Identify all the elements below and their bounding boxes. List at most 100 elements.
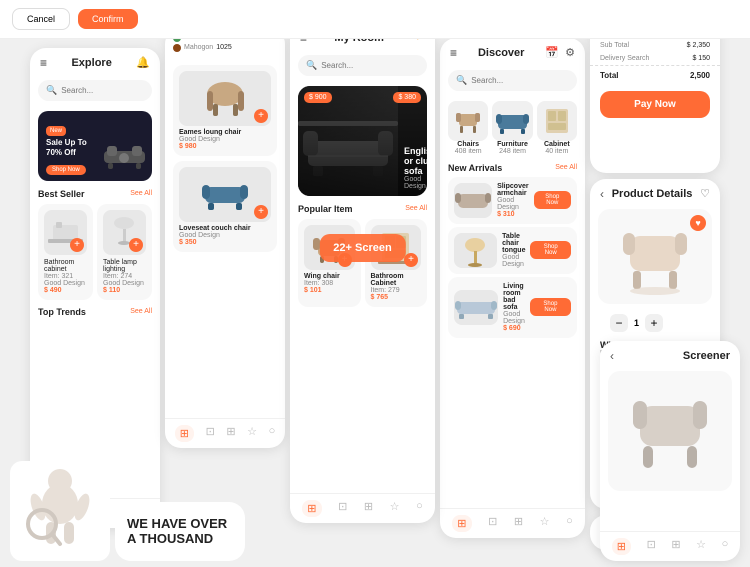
explore-header: ≡ Explore 🔔 [30, 48, 160, 74]
confirm-button[interactable]: Confirm [78, 9, 138, 29]
nav5-profile-icon[interactable]: ○ [722, 538, 729, 555]
screener-title: Screener [683, 350, 730, 362]
screener-bottom-nav: ⊞ ⊡ ⊞ ☆ ○ [600, 531, 740, 561]
dialog-bar: Cancel Confirm [0, 0, 750, 39]
living-room-brand: Good Design [503, 311, 525, 325]
cabinet-name: Bathroom Cabinet [371, 273, 422, 287]
table-chair-img [454, 233, 497, 268]
explore-title: Explore [71, 57, 111, 69]
top-trends-label: Top Trends [38, 307, 86, 317]
lamp-price: $ 110 [103, 287, 146, 294]
best-seller-see-all[interactable]: See All [130, 190, 152, 197]
best-seller-header: Best Seller See All [30, 185, 160, 201]
chairs-count: 408 item [448, 148, 488, 155]
popular-grid: + Wing chair Item: 308 $ 101 [290, 216, 435, 310]
shop-now-button[interactable]: Shop Now [46, 165, 86, 175]
add-lamp-button[interactable]: + [129, 238, 143, 252]
wing-name: Wing chair [304, 273, 355, 280]
bathroom-price: $ 490 [44, 287, 87, 294]
chairs-category[interactable]: Chairs 408 item [448, 101, 488, 155]
loveseat-price: $ 350 [179, 239, 271, 246]
furniture-category[interactable]: Furniture 248 item [492, 101, 532, 155]
detail-header: ‹ Product Details ♡ [590, 179, 720, 205]
add-bathroom-button[interactable]: + [70, 238, 84, 252]
wing-item: Item: 308 [304, 280, 355, 287]
popular-see-all[interactable]: See All [405, 205, 427, 212]
quantity-value: 1 [634, 318, 639, 328]
new-arrivals-see-all[interactable]: See All [555, 164, 577, 171]
cabinet-img [537, 101, 577, 141]
nav5-star-icon[interactable]: ☆ [696, 538, 706, 555]
bathroom-img: + [44, 210, 87, 255]
chairs-img [448, 101, 488, 141]
search-icon: 🔍 [46, 85, 57, 96]
loveseat-card: + Loveseat couch chair Good Design $ 350 [173, 161, 277, 252]
living-room-shop-button[interactable]: Shop Now [530, 298, 571, 316]
product-detail-img: ♥ [598, 209, 712, 304]
bottom-text-card: WE HAVE OVER A THOUSAND [115, 502, 245, 561]
screener-chair-img [608, 371, 732, 491]
cabinet-category[interactable]: Cabinet 40 item [537, 101, 577, 155]
nav5-grid-icon[interactable]: ⊞ [671, 538, 680, 555]
room-sofa-name: English or club sofa [404, 146, 427, 176]
table-chair-item: Table chair tongue Good Design Shop Now [448, 227, 577, 274]
explore-search-input[interactable] [61, 86, 144, 95]
total-label: Total [600, 71, 619, 80]
discover-header: ≡ Discover 📅 ⚙ [440, 38, 585, 64]
delivery-label: Delivery Search [600, 55, 649, 62]
best-seller-grid: + Bathroom cabinet Item: 321 Good Design… [30, 201, 160, 303]
fav-icon[interactable]: ♥ [690, 215, 706, 231]
furniture-img [492, 101, 532, 141]
eames-price: $ 980 [179, 143, 271, 150]
decrease-qty-button[interactable]: − [610, 314, 628, 332]
top-trends-header: Top Trends See All [30, 303, 160, 319]
delivery-row: Delivery Search $ 150 [590, 52, 720, 65]
lamp-img: + [103, 210, 146, 255]
notification-icon: 🔔 [136, 56, 150, 69]
cabinet-price: $ 765 [371, 294, 422, 301]
bottom-text-line1: WE HAVE OVER [127, 516, 233, 532]
cancel-button[interactable]: Cancel [12, 8, 70, 30]
discover-calendar-icon[interactable]: 📅 [545, 46, 559, 59]
detail-back-icon[interactable]: ‹ [600, 187, 604, 201]
screener-screen: ‹ Screener ⊞ ⊡ ⊞ ☆ ○ [600, 341, 740, 561]
add-eames-button[interactable]: + [254, 109, 268, 123]
add-bathroom-cabinet-button[interactable]: + [404, 253, 418, 267]
discover-search-bar[interactable]: 🔍 [448, 70, 577, 91]
discover-search-icon: 🔍 [456, 75, 467, 86]
my-room-search-input[interactable] [321, 61, 419, 70]
popular-header: Popular Item See All [290, 200, 435, 216]
my-room-search-bar[interactable]: 🔍 [298, 55, 427, 76]
furniture-count: 248 item [492, 148, 532, 155]
slipcover-shop-button[interactable]: Shop Now [534, 191, 571, 209]
cabinet-cat-label: Cabinet [537, 141, 577, 148]
table-chair-brand: Good Design [502, 254, 525, 268]
discover-search-input[interactable] [471, 76, 569, 85]
increase-qty-button[interactable]: + [645, 314, 663, 332]
screener-back-icon[interactable]: ‹ [610, 349, 614, 363]
wing-price: $ 101 [304, 287, 355, 294]
pay-now-button[interactable]: Pay Now [600, 91, 710, 118]
discover-title: Discover [478, 47, 524, 59]
lamp-brand: Good Design [103, 280, 146, 287]
discover-menu-icon: ≡ [450, 46, 457, 60]
room-featured-info: English or club sofa Good Design [398, 140, 427, 196]
top-trends-see-all[interactable]: See All [130, 308, 152, 315]
nav5-explore-icon[interactable]: ⊡ [647, 538, 656, 555]
add-loveseat-button[interactable]: + [254, 205, 268, 219]
chairs-label: Chairs [448, 141, 488, 148]
product-card-bathroom: + Bathroom cabinet Item: 321 Good Design… [38, 204, 93, 300]
subtotal-value: $ 2,350 [687, 42, 710, 49]
my-room-search-icon: 🔍 [306, 60, 317, 71]
living-room-info: Living room bad sofa Good Design $ 690 [498, 283, 530, 332]
detail-heart-icon[interactable]: ♡ [700, 187, 710, 200]
hero-banner: New Sale Up To70% Off Shop Now [38, 111, 152, 181]
bathroom-brand: Good Design [44, 280, 87, 287]
table-chair-shop-button[interactable]: Shop Now [530, 241, 571, 259]
nav5-home-icon[interactable]: ⊞ [612, 538, 631, 555]
discover-settings-icon[interactable]: ⚙ [565, 46, 575, 59]
eames-chair-card: + Eames loung chair Good Design $ 980 [173, 65, 277, 156]
slipcover-img [454, 183, 492, 218]
explore-search-bar[interactable]: 🔍 [38, 80, 152, 101]
product-card-lamp: + Table lamp lighting Item: 274 Good Des… [97, 204, 152, 300]
